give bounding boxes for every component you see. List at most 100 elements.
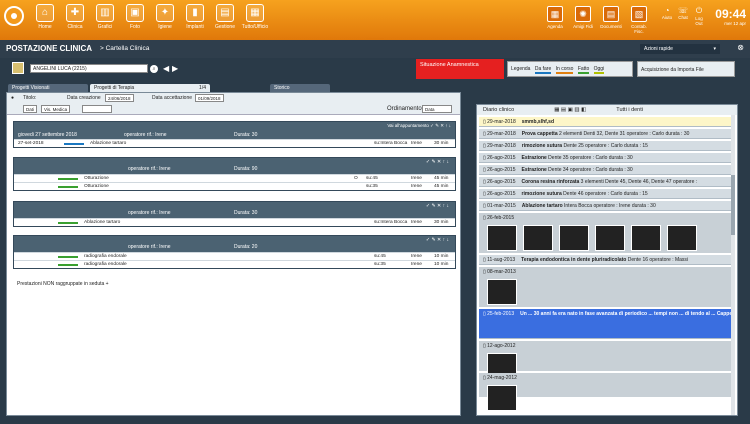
page-header: POSTAZIONE CLINICA > Cartella Clinica Az… [0,40,750,58]
clinical-diary-panel: Diario clinico ▦ ▤ ▣ ▥ ◧ Tutti i denti ▯ 2… [476,104,738,416]
xray-thumbnail[interactable] [487,225,517,251]
hygiene-icon: ✦ [156,4,174,22]
diary-entry[interactable]: ▯ 26-ago-2015 Estrazione Dente 35 operato… [479,153,733,163]
toolbar-documenti[interactable]: ▤ Documenti [598,6,624,29]
xray-thumbnail[interactable] [487,385,517,411]
xray-thumbnail[interactable] [559,225,589,251]
toolbar-igiene[interactable]: ✦ Igiene [150,4,180,30]
status-bar [58,222,78,224]
patient-name-field[interactable]: ANGELINI LUCA (2215) [30,64,148,73]
diary-header: Diario clinico ▦ ▤ ▣ ▥ ◧ Tutti i denti [477,105,737,115]
session-block[interactable]: Vai all'appuntamento ✓ ✎ ✕ ↑ ↓ giovedi 2… [13,121,456,148]
add-icon[interactable]: + [106,281,109,287]
app-logo-icon [4,6,24,26]
import-button[interactable]: Acquisizione da Importa File [637,61,735,77]
tab-dati[interactable]: Dati [23,105,38,113]
toolbar-implanti[interactable]: ▮ Implanti [180,4,210,30]
tab-progetti-terapia[interactable]: Progetti di Terapia 1/4 [90,84,210,92]
teeth-filter-select[interactable]: Tutti i denti [616,107,643,113]
photo-icon: ▣ [126,4,144,22]
record-icon: ● [11,95,15,101]
tab-progetti-visionati[interactable]: Progetti Visionati [8,84,88,92]
help-button[interactable]: ◔ Aiuto [660,6,674,20]
project-info-row: ● Titolo: Data creazione 24/06/2018 Data… [7,93,460,103]
diary-entry[interactable]: ▯ 29-mar-2018 Prova cappetta 2 elementi D… [479,129,733,139]
chat-button[interactable]: ☏ Chat [676,6,690,20]
status-bar [58,264,78,266]
toolbar-agenda[interactable]: ▦ Agenda [542,6,568,29]
document-icon: ▤ [216,4,234,22]
table-row[interactable]: 27-set-2018 Ablazione tartaro su:Intera Bo… [14,139,455,147]
close-icon[interactable]: ⊗ [737,43,744,52]
toolbar-amigi[interactable]: ✺ Amigi Fidi [570,6,596,29]
creation-date-field[interactable]: 24/06/2018 [105,94,134,102]
xray-thumbnail[interactable] [523,225,553,251]
session-block[interactable]: operatore rif.: Irene Durata: 90 ✓ ✎ ✕ ↑ ↓… [13,157,456,191]
home-icon: ⌂ [36,4,54,22]
diary-entry[interactable]: ▯ 26-ago-2015 rimozione sutura Dente 46 o… [479,189,733,199]
session-block[interactable]: operatore rif.: Irene Durata: 20 ✓ ✎ ✕ ↑ ↓… [13,235,456,269]
logout-button[interactable]: ⏻ Log Out [692,6,706,26]
diary-tools-icon[interactable]: ▦ ▤ ▣ ▥ ◧ [554,107,586,113]
table-row[interactable]: radiografia endorale su:45 Irene 10 min [14,252,455,260]
table-row[interactable]: Otturazione su:35 Irene 45 min [14,182,455,190]
chart-icon: ▥ [96,4,114,22]
avatar[interactable] [12,62,24,74]
project-toolbar: Dati Vis. Medica Ordinamento Data [7,103,460,115]
ungrouped-label: Prestazioni NON raggruppate in seduta + [17,281,109,287]
next-patient-icon[interactable]: ▶ [172,64,178,73]
scrollbar[interactable] [731,115,735,415]
table-row[interactable]: radiografia endorale su:35 Irene 10 min [14,260,455,268]
chevron-down-icon: ▾ [713,46,716,52]
prev-patient-icon[interactable]: ◀ [163,64,169,73]
scroll-thumb[interactable] [731,175,735,235]
calendar-icon: ▦ [547,6,563,22]
toolbar-ufficio[interactable]: ▦ Tutto/Ufficio [240,4,270,30]
diary-entry[interactable]: ▯ 29-mar-2018 rimozione sutura Dente 25 o… [479,141,733,151]
session-block[interactable]: operatore rif.: Irene Durata: 30 ✓ ✎ ✕ ↑ ↓… [13,201,456,227]
table-row[interactable]: Ablazione tartaro su:Intera Bocca Irene 30 … [14,218,455,226]
status-bar [58,186,78,188]
power-icon: ⏻ [695,6,703,15]
toolbar-home[interactable]: ⌂ Home [30,4,60,30]
toolbar-foto[interactable]: ▣ Foto [120,4,150,30]
table-row[interactable]: Otturazione Osu:45 Irene 45 min [14,174,455,182]
clock: 09:44 mer 12 apr [715,7,746,26]
toolbar-contab[interactable]: ▧ Contab. Fisc. [626,6,652,34]
toolbar-grafici[interactable]: ▥ Grafici [90,4,120,30]
order-select[interactable]: Data [422,105,452,113]
image-group: ▯ 12-ago-2012 [479,341,733,379]
breadcrumb: > Cartella Clinica [100,45,150,52]
diary-entry[interactable]: ▯ 26-ago-2015 Estrazione Dente 34 operato… [479,165,733,175]
diary-entry[interactable]: ▯ 01-mar-2015 Ablazione tartaro Intera Bo… [479,201,733,211]
appointment-link[interactable]: Vai all'appuntamento [387,123,429,128]
tab-storico[interactable]: Storico [270,84,330,92]
help-icon: ◔ [664,6,670,15]
therapy-project-panel: ● Titolo: Data creazione 24/06/2018 Data… [6,92,461,416]
xray-thumbnail[interactable] [667,225,697,251]
image-group: ▯ 24-mag-2012 [479,373,733,411]
toolbar-gestione[interactable]: ▤ Gestione [210,4,240,30]
clinic-icon: ✚ [66,4,84,22]
toolbar-clinica[interactable]: ✚ Clinica [60,4,90,30]
view-select[interactable]: Vis. Medica [41,105,71,113]
xray-thumbnail[interactable] [595,225,625,251]
anamnesis-alert[interactable]: Situazione Anamnestica [416,59,504,79]
bulb-icon: ✺ [575,6,591,22]
zoom-slider[interactable] [82,105,112,113]
xray-thumbnail[interactable] [487,279,517,305]
documents-icon: ▤ [603,6,619,22]
quick-actions-select[interactable]: Azioni rapide ▾ [640,44,720,54]
chat-icon: ☏ [677,6,688,15]
diary-entry[interactable]: ▯ 26-ago-2015 Corona resina rinforzata 3 … [479,177,733,187]
acceptance-date-field[interactable]: 01/09/2018 [195,94,224,102]
xray-thumbnail[interactable] [631,225,661,251]
accounting-icon: ▧ [631,6,647,22]
diary-entry[interactable]: ▯ 25-feb-2013 Un ... 30 anni fa era nato … [479,309,733,339]
diary-entry[interactable]: ▯ 29-mar-2018 smmb,slhf,sd [479,117,733,127]
legend: Legenda Da fare In corso Fatto Oggi [507,61,633,77]
image-group: ▯ 08-mar-2013 [479,267,733,307]
search-icon[interactable]: ⌕ [150,65,158,73]
status-bar [58,256,78,258]
diary-entry[interactable]: ▯ 11-aug-2013 Terapia endodontica in dent… [479,255,733,265]
